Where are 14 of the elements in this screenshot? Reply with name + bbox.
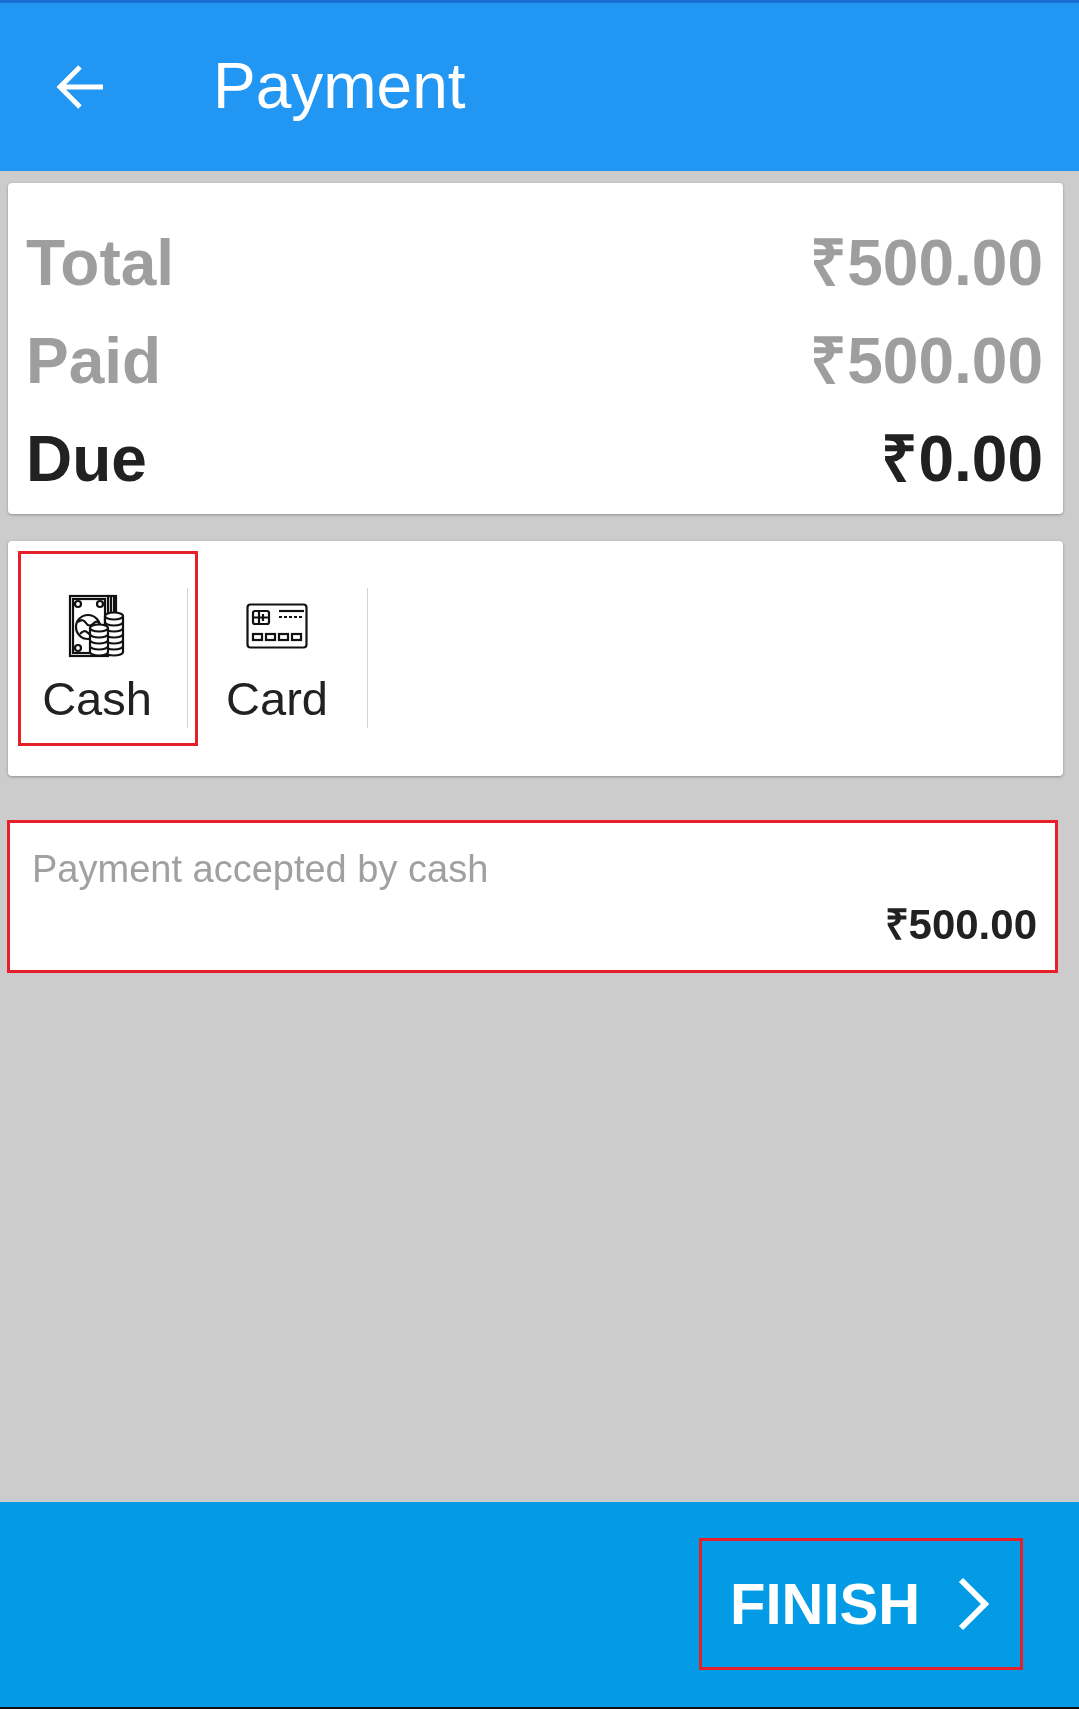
back-button[interactable] (55, 65, 104, 109)
summary-amount: ₹0.00 (881, 422, 1043, 497)
summary-label: Total (26, 226, 175, 301)
summary-label: Paid (26, 324, 162, 399)
summary-label: Due (26, 422, 147, 497)
screen-title: Payment (213, 50, 466, 124)
payment-method-button[interactable]: Cash (18, 551, 198, 746)
credit-card-icon (246, 603, 308, 649)
chevron-right-icon (957, 1577, 991, 1631)
back-arrow-icon (55, 65, 104, 109)
banknote-coins-icon (68, 594, 126, 658)
summary-amount: ₹500.00 (810, 324, 1043, 399)
payment-amount-field[interactable]: Payment accepted by cash ₹500.00 (7, 820, 1058, 973)
summary-amount: ₹500.00 (810, 226, 1043, 301)
